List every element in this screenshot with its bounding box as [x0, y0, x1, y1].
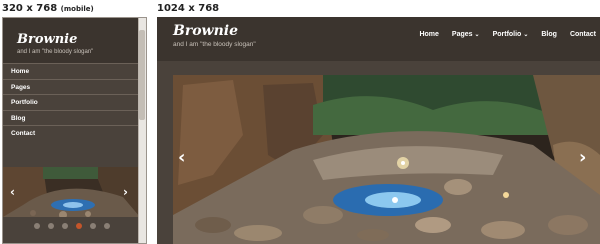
slider-dot[interactable]	[33, 223, 40, 229]
nav-item-label: Home	[11, 68, 30, 75]
site-slogan: and I am "the bloody slogan"	[17, 49, 94, 55]
mobile-slider-prev-icon[interactable]: ‹	[10, 185, 15, 199]
mobile-nav-item-contact[interactable]: Contact	[3, 125, 146, 141]
slider-pagination	[3, 223, 140, 235]
desktop-slider-prev-icon[interactable]: ‹	[178, 147, 185, 168]
nav-item-label: Contact	[569, 31, 596, 38]
mobile-nav-item-portfolio[interactable]: Portfolio›	[3, 94, 146, 110]
nav-item-label: Portfolio	[492, 31, 522, 38]
nav-item-label: Blog	[541, 31, 557, 38]
nav-item-label: Pages	[451, 31, 473, 38]
chevron-down-icon: ⌄	[474, 32, 480, 38]
mobile-preview: Brownie and I am "the bloody slogan" Hom…	[2, 17, 147, 244]
nav-item-label: Contact	[11, 130, 36, 137]
desktop-header: Brownie and I am "the bloody slogan" Hom…	[157, 17, 600, 61]
nav-item-label: Blog	[11, 114, 26, 122]
nav-item-home[interactable]: Home	[419, 31, 438, 38]
desktop-nav-menu: Home Pages ⌄ Portfolio ⌄ Blog Contact	[406, 31, 596, 38]
mobile-slider-next-icon[interactable]: ›	[123, 185, 128, 199]
mobile-note: (mobile)	[60, 5, 94, 13]
nav-item-label: Home	[419, 31, 439, 38]
mobile-nav-item-pages[interactable]: Pages›	[3, 78, 146, 95]
slider-dot[interactable]	[89, 223, 96, 229]
desktop-slider-next-icon[interactable]: ›	[579, 147, 586, 168]
mobile-nav-item-blog[interactable]: Blog	[3, 109, 146, 126]
nav-item-label: Portfolio	[11, 99, 38, 106]
mobile-header: Brownie and I am "the bloody slogan"	[3, 18, 146, 63]
mobile-scrollbar[interactable]	[138, 18, 146, 243]
nav-item-label: Pages	[11, 83, 31, 91]
site-logo[interactable]: Brownie	[173, 23, 238, 39]
mobile-nav-item-home[interactable]: Home	[3, 63, 146, 79]
cave-photo	[3, 167, 140, 217]
desktop-size-caption: 1024 x 768	[157, 3, 220, 14]
mobile-slider-image: ‹ ›	[3, 167, 140, 217]
site-slogan: and I am "the bloody slogan"	[173, 41, 256, 48]
nav-item-contact[interactable]: Contact	[570, 31, 596, 38]
scrollbar-thumb[interactable]	[139, 30, 145, 120]
slider-dot[interactable]	[75, 223, 82, 229]
desktop-slider-image: ‹ ›	[173, 75, 600, 244]
screenshot-root: 320 x 768 (mobile) 1024 x 768 Brownie an…	[0, 0, 600, 244]
desktop-preview: Brownie and I am "the bloody slogan" Hom…	[157, 17, 600, 244]
mobile-nav-menu: Home Pages›Portfolio› Blog Contact	[3, 63, 146, 141]
slider-dot[interactable]	[103, 223, 110, 229]
mobile-size-caption: 320 x 768 (mobile)	[2, 3, 94, 14]
nav-item-blog[interactable]: Blog	[541, 31, 557, 38]
site-logo[interactable]: Brownie	[17, 32, 146, 47]
chevron-down-icon: ⌄	[523, 32, 529, 38]
nav-item-portfolio[interactable]: Portfolio ⌄	[493, 31, 529, 38]
slider-dot[interactable]	[61, 223, 68, 229]
nav-item-pages[interactable]: Pages ⌄	[452, 31, 480, 38]
slider-dot[interactable]	[47, 223, 54, 229]
cave-photo	[173, 75, 600, 244]
